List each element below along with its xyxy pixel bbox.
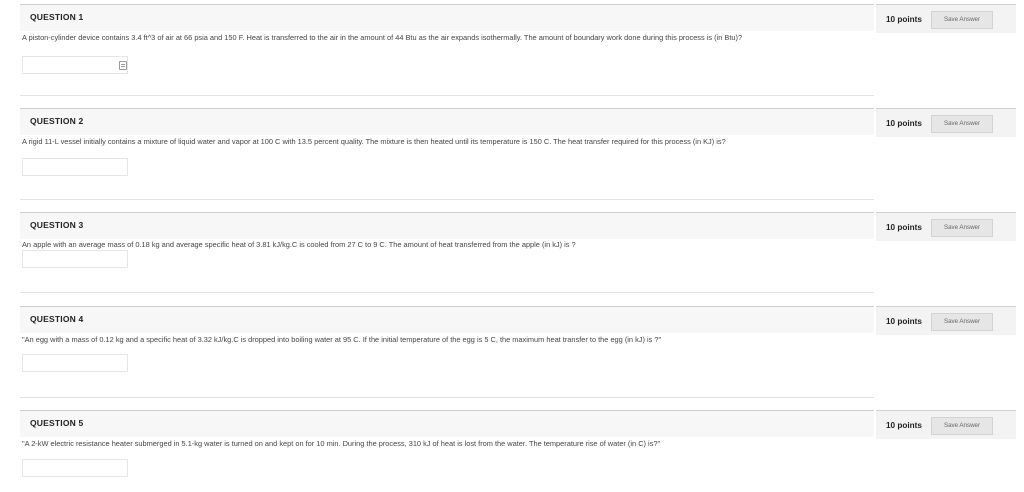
- question-4: QUESTION 4 "An egg with a mass of 0.12 k…: [0, 306, 1016, 410]
- quiz-page: QUESTION 1 A piston-cylinder device cont…: [0, 0, 1024, 492]
- answer-input[interactable]: [22, 459, 128, 477]
- points-label: 10 points: [886, 421, 922, 430]
- question-2: QUESTION 2 A rigid 11-L vessel initially…: [0, 108, 1016, 212]
- question-title: QUESTION 5: [30, 418, 84, 428]
- points-label: 10 points: [886, 15, 922, 24]
- save-answer-button[interactable]: Save Answer: [931, 417, 993, 435]
- question-title: QUESTION 2: [30, 116, 84, 126]
- question-text: "A 2-kW electric resistance heater subme…: [22, 439, 661, 448]
- question-3: QUESTION 3 An apple with an average mass…: [0, 212, 1016, 316]
- question-1: QUESTION 1 A piston-cylinder device cont…: [0, 4, 1016, 108]
- save-answer-button[interactable]: Save Answer: [931, 313, 993, 331]
- separator: [20, 95, 874, 96]
- input-helper-icon: [119, 61, 127, 70]
- question-header: [20, 213, 874, 239]
- save-answer-button[interactable]: Save Answer: [931, 219, 993, 237]
- separator: [20, 199, 874, 200]
- question-header: [20, 5, 874, 31]
- question-text: "An egg with a mass of 0.12 kg and a spe…: [22, 335, 662, 344]
- points-label: 10 points: [886, 223, 922, 232]
- separator: [20, 292, 874, 293]
- save-answer-button[interactable]: Save Answer: [931, 11, 993, 29]
- points-label: 10 points: [886, 119, 922, 128]
- answer-input[interactable]: [22, 158, 128, 176]
- question-text: A piston-cylinder device contains 3.4 ft…: [22, 33, 743, 42]
- save-answer-button[interactable]: Save Answer: [931, 115, 993, 133]
- question-title: QUESTION 4: [30, 314, 84, 324]
- question-text: An apple with an average mass of 0.18 kg…: [22, 240, 576, 249]
- question-5: QUESTION 5 "A 2-kW electric resistance h…: [0, 410, 1016, 490]
- points-label: 10 points: [886, 317, 922, 326]
- question-text: A rigid 11-L vessel initially contains a…: [22, 137, 726, 146]
- answer-input[interactable]: [22, 250, 128, 268]
- question-header: [20, 307, 874, 333]
- separator: [20, 397, 874, 398]
- question-title: QUESTION 3: [30, 220, 84, 230]
- answer-input[interactable]: [22, 56, 128, 74]
- question-header: [20, 411, 874, 437]
- question-header: [20, 109, 874, 135]
- question-title: QUESTION 1: [30, 12, 84, 22]
- answer-input[interactable]: [22, 354, 128, 372]
